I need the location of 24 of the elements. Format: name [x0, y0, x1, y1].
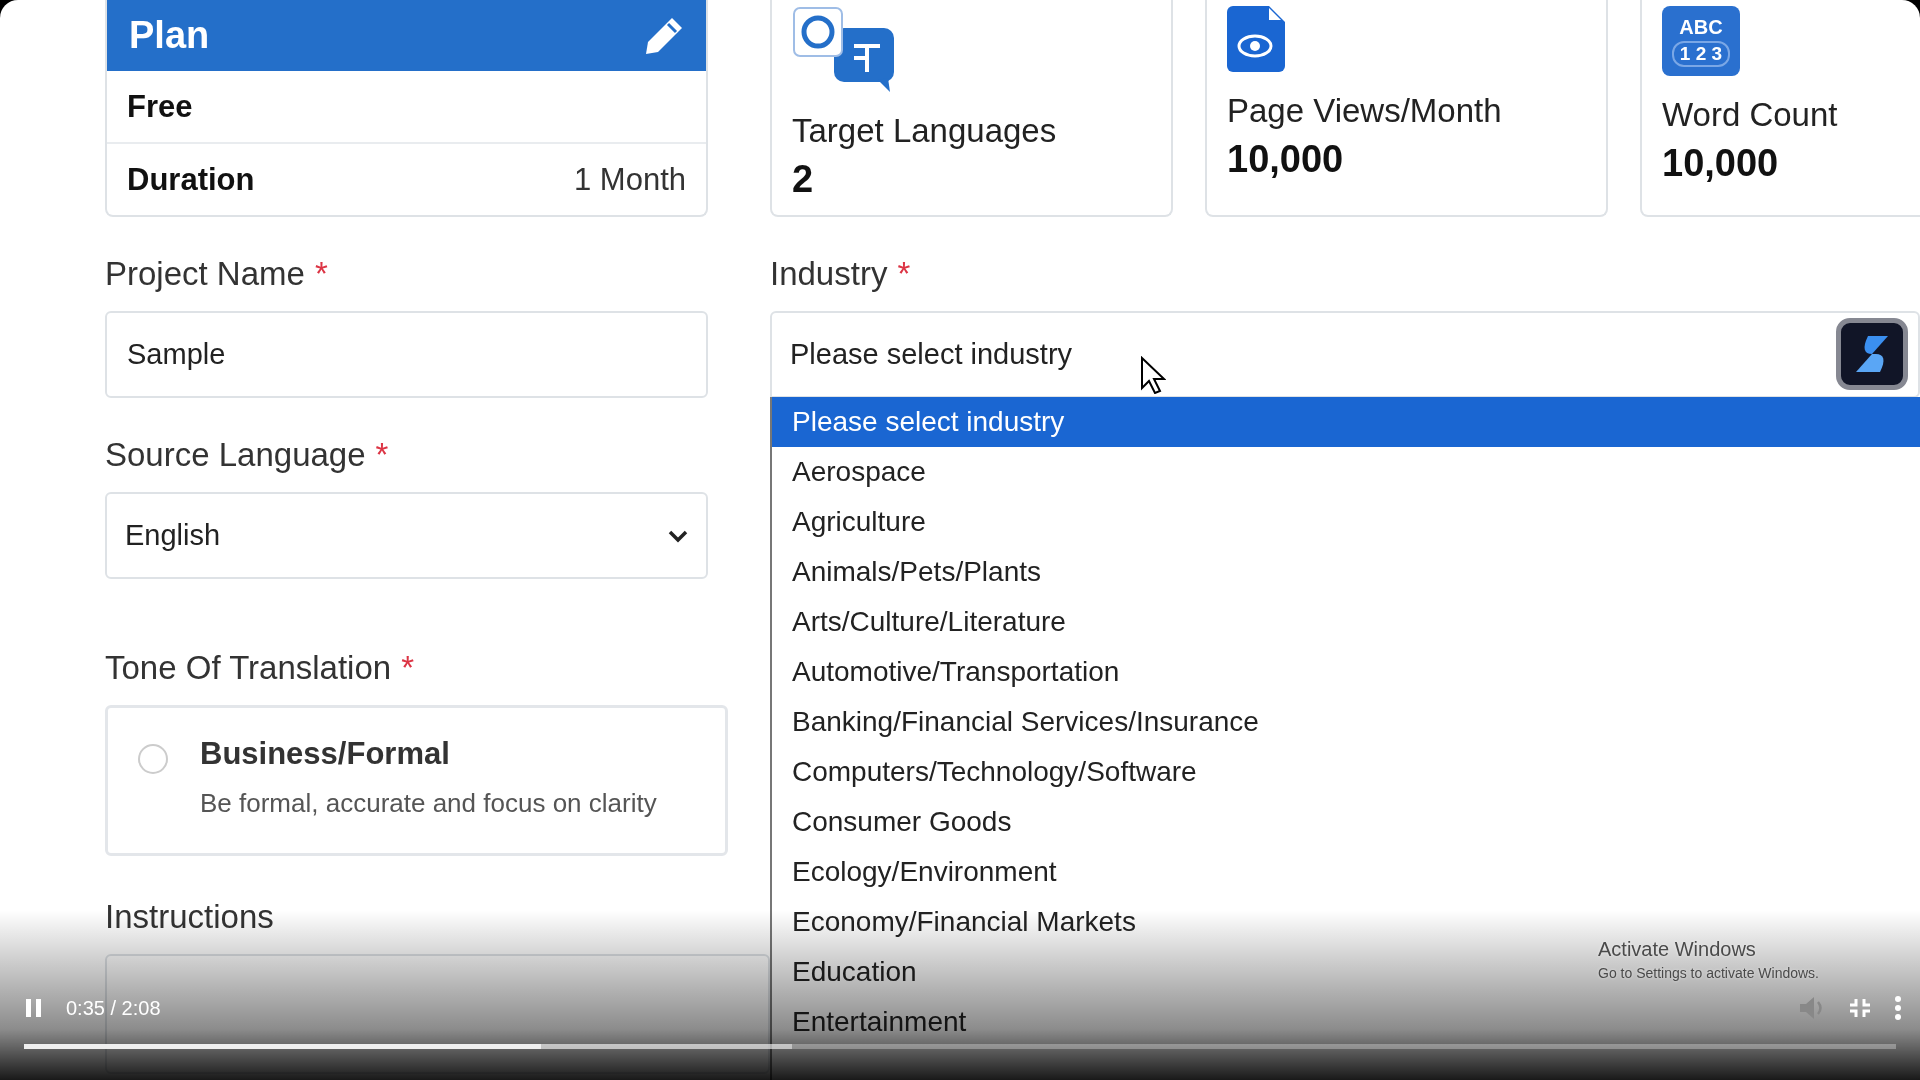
- plan-title: Plan: [129, 14, 210, 57]
- stat-label: Word Count: [1662, 96, 1839, 134]
- duration-label: Duration: [127, 161, 255, 198]
- field-label: Project Name: [105, 255, 305, 293]
- required-mark: *: [314, 255, 328, 293]
- plan-tier-label: Free: [127, 88, 193, 125]
- tone-description: Be formal, accurate and focus on clarity: [200, 788, 658, 819]
- stat-value: 2: [792, 158, 815, 201]
- field-label: Industry: [770, 255, 888, 293]
- required-mark: *: [401, 649, 414, 687]
- required-mark: *: [897, 255, 911, 293]
- duration-value: 1 Month: [574, 161, 686, 198]
- required-mark: *: [375, 436, 389, 474]
- field-label: Instructions: [105, 898, 274, 936]
- stat-label: Page Views/Month: [1227, 92, 1503, 130]
- stat-label: Target Languages: [792, 112, 1058, 150]
- field-label: Tone Of Translation: [105, 649, 392, 687]
- stat-value: 10,000: [1227, 138, 1345, 181]
- stat-value: 10,000: [1662, 142, 1780, 185]
- tone-title: Business/Formal: [200, 736, 451, 772]
- abc-123-icon: ABC 1 2 3: [1662, 6, 1740, 76]
- playback-time: 0:35 / 2:08: [66, 996, 162, 1020]
- field-label: Source Language: [105, 436, 366, 474]
- activation-notice-text: Go to Settings to activate Windows.: [1598, 965, 1819, 981]
